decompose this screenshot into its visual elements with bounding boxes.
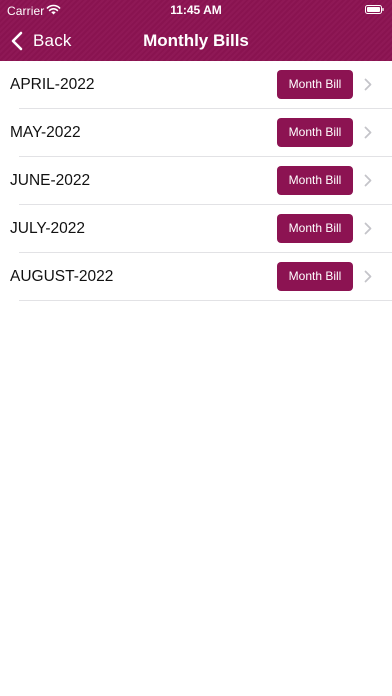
page-title: Monthly Bills — [143, 31, 249, 50]
chevron-right-icon — [364, 222, 372, 235]
month-bill-button[interactable]: Month Bill — [277, 262, 353, 291]
navigation-bar: Back Monthly Bills — [0, 20, 392, 61]
list-item[interactable]: APRIL-2022 Month Bill — [0, 61, 392, 109]
month-label: JUNE-2022 — [10, 172, 91, 189]
month-bill-button[interactable]: Month Bill — [277, 70, 353, 99]
chevron-right-icon — [364, 270, 372, 283]
list-item[interactable]: AUGUST-2022 Month Bill — [0, 253, 392, 301]
list-item[interactable]: MAY-2022 Month Bill — [0, 109, 392, 157]
bills-list: APRIL-2022 Month Bill MAY-2022 Month Bil… — [0, 61, 392, 301]
status-bar: Carrier 11:45 AM — [0, 0, 392, 20]
list-item[interactable]: JUNE-2022 Month Bill — [0, 157, 392, 205]
list-item[interactable]: JULY-2022 Month Bill — [0, 205, 392, 253]
month-label: JULY-2022 — [10, 220, 85, 237]
month-label: AUGUST-2022 — [10, 268, 114, 285]
month-bill-button[interactable]: Month Bill — [277, 118, 353, 147]
month-bill-button[interactable]: Month Bill — [277, 166, 353, 195]
month-bill-button[interactable]: Month Bill — [277, 214, 353, 243]
chevron-right-icon — [364, 126, 372, 139]
divider — [19, 300, 392, 301]
chevron-right-icon — [364, 174, 372, 187]
status-time: 11:45 AM — [170, 3, 222, 17]
battery-icon — [365, 5, 384, 14]
screen: Carrier 11:45 AM Back Monthly Bills APRI… — [0, 0, 392, 696]
month-label: MAY-2022 — [10, 124, 81, 141]
chevron-right-icon — [364, 78, 372, 91]
header: Carrier 11:45 AM Back Monthly Bills — [0, 0, 392, 61]
month-label: APRIL-2022 — [10, 76, 95, 93]
